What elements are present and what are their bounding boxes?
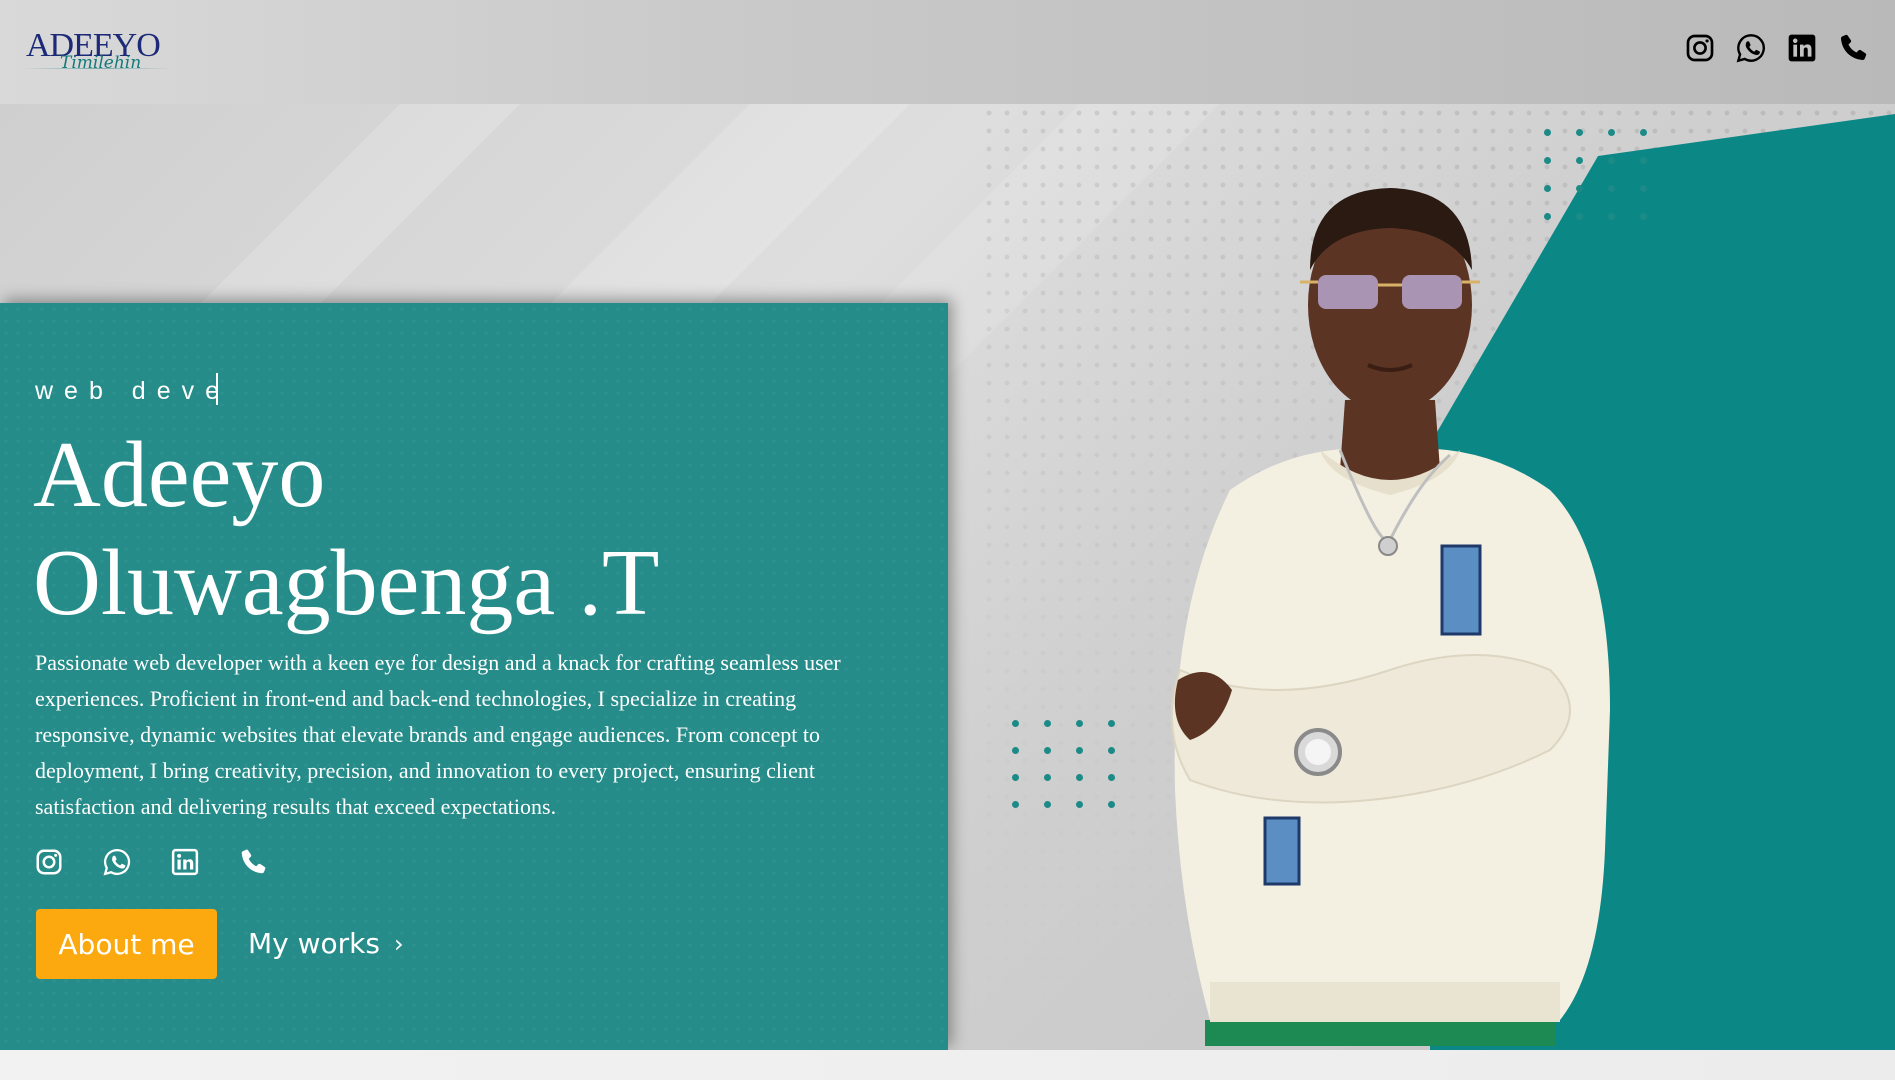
decor-dots-middle (1012, 720, 1140, 828)
phone-icon[interactable] (1837, 32, 1869, 64)
logo-script: Timilehin (60, 53, 142, 73)
linkedin-icon[interactable] (1786, 32, 1818, 64)
name-line-1: Adeeyo (33, 423, 326, 527)
my-works-label: My works (248, 927, 380, 960)
hero-bio: Passionate web developer with a keen eye… (35, 650, 841, 819)
hero-name: Adeeyo Oluwagbenga .T (33, 421, 659, 637)
page-bottom-strip (0, 1050, 1895, 1080)
site-header: ADEEYO Timilehin (0, 0, 1895, 104)
whatsapp-icon[interactable] (102, 847, 132, 877)
site-logo[interactable]: ADEEYO Timilehin (22, 26, 172, 82)
my-works-link[interactable]: My works › (248, 925, 404, 963)
phone-icon[interactable] (238, 847, 268, 877)
name-line-2: Oluwagbenga .T (33, 531, 660, 635)
instagram-icon[interactable] (1684, 32, 1716, 64)
header-social-links (1684, 32, 1869, 64)
typing-cursor (216, 373, 218, 405)
whatsapp-icon[interactable] (1735, 32, 1767, 64)
role-typewriter-text: web deve (35, 377, 231, 405)
linkedin-icon[interactable] (170, 847, 200, 877)
card-social-links (34, 847, 268, 877)
about-me-button[interactable]: About me (36, 909, 217, 979)
chevron-right-icon: › (393, 930, 404, 958)
intro-card: web deve Adeeyo Oluwagbenga .T Passionat… (0, 303, 948, 1050)
instagram-icon[interactable] (34, 847, 64, 877)
profile-photo (1171, 188, 1610, 1046)
